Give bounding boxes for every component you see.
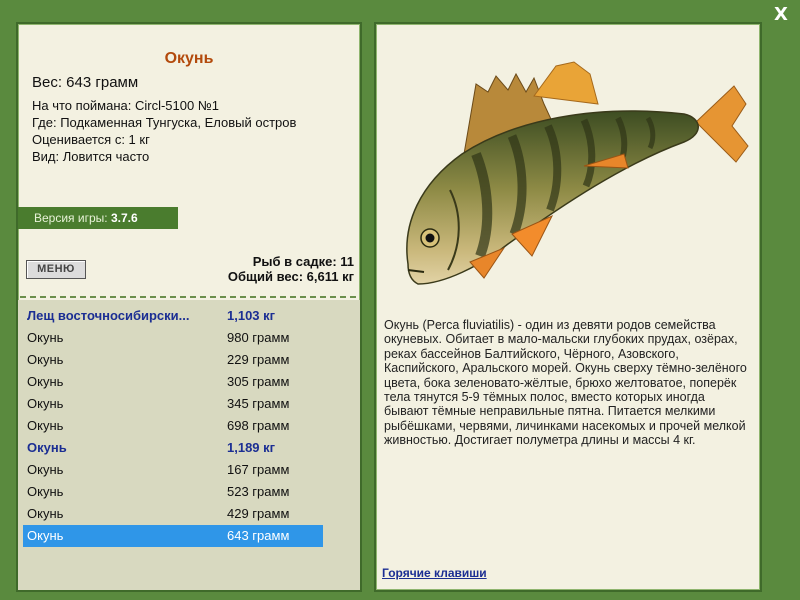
perch-image — [406, 61, 749, 285]
list-item[interactable]: Окунь 167 грамм — [23, 459, 323, 481]
version-badge: Версия игры: 3.7.6 — [18, 207, 178, 229]
fish-description-panel: Окунь (Perca fluviatilis) - один из девя… — [374, 22, 762, 592]
catch-info-panel: Окунь Вес: 643 грамм На что поймана: Cir… — [16, 22, 362, 592]
version-value: 3.7.6 — [110, 211, 138, 225]
bait-info: На что поймана: Circl-5100 №1 — [32, 98, 220, 113]
kind-info: Вид: Ловится часто — [32, 149, 150, 164]
fish-description: Окунь (Perca fluviatilis) - один из девя… — [384, 318, 747, 448]
divider — [20, 296, 356, 298]
close-button[interactable]: X — [772, 6, 790, 24]
fish-title: Окунь — [164, 50, 214, 67]
list-item[interactable]: Окунь 305 грамм — [23, 371, 323, 393]
menu-button[interactable]: МЕНЮ — [26, 260, 86, 279]
list-item[interactable]: Окунь 429 грамм — [23, 503, 323, 525]
net-total-weight: Общий вес: 6,611 кг — [227, 269, 354, 284]
net-count: Рыб в садке: 11 — [252, 254, 354, 269]
list-item[interactable]: Окунь 980 грамм — [23, 327, 323, 349]
list-item-selected[interactable]: Окунь 643 грамм — [23, 525, 323, 547]
hotkeys-link[interactable]: Горячие клавиши — [382, 566, 487, 580]
list-item[interactable]: Окунь 345 грамм — [23, 393, 323, 415]
window-frame: X Окунь Вес: 643 грамм На что поймана: C… — [0, 0, 800, 600]
rated-info: Оценивается с: 1 кг — [32, 132, 150, 147]
catch-list: Лещ восточносибирски... 1,103 кг Окунь 9… — [18, 300, 360, 590]
place-info: Где: Подкаменная Тунгуска, Еловый остров — [32, 115, 297, 130]
list-item[interactable]: Окунь 523 грамм — [23, 481, 323, 503]
list-item[interactable]: Окунь 229 грамм — [23, 349, 323, 371]
list-item[interactable]: Окунь 1,189 кг — [23, 437, 323, 459]
list-item[interactable]: Лещ восточносибирски... 1,103 кг — [23, 305, 323, 327]
list-item[interactable]: Окунь 698 грамм — [23, 415, 323, 437]
fish-weight: Вес: 643 грамм — [32, 74, 139, 91]
version-label: Версия игры: — [34, 211, 108, 225]
